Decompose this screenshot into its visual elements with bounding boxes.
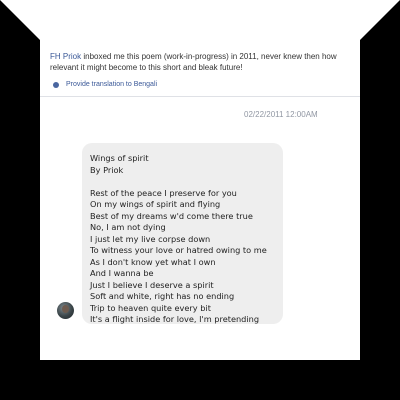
poem-line: Best of my dreams w'd come there true [90,210,253,221]
poem-line: To witness your love or hatred owing to … [90,245,267,255]
poem-line: Trip to heaven quite every bit [90,302,211,313]
poem-line: No, I am not dying [90,222,166,232]
poem-line: And I wanna be [90,268,154,278]
poem-line [90,176,277,188]
poem-title: Wings of spirit [90,153,149,163]
poem-line: Just I believe I deserve a spirit [90,279,214,290]
translate-label: Provide translation to Bengali [66,81,158,88]
translate-link[interactable]: Provide translation to Bengali [53,81,157,88]
poem-line: I just let my live corpse down [90,233,211,244]
message-bubble: Wings of spirit By Priok Rest of the pea… [82,143,283,324]
poem-line: It's a flight inside for love, I'm prete… [90,314,260,324]
avatar-photo [62,305,69,313]
message-timestamp: 02/22/2011 12:00AM [244,110,318,119]
globe-icon [53,81,59,88]
intro-text: inboxed me this poem (work-in-progress) … [50,52,337,72]
divider [40,96,360,97]
sender-avatar[interactable] [57,302,74,319]
post-intro: FH Priok inboxed me this poem (work-in-p… [50,51,352,73]
poem-line: Rest of the peace I preserve for you [90,187,237,198]
poem-byline: By Priok [90,164,124,175]
poem-line: On my wings of spirit and flying [90,199,221,209]
poem-line: Soft and white, right has no ending [90,291,235,301]
poem-line: As I don't know yet what I own [90,256,216,267]
author-link[interactable]: FH Priok [50,52,81,61]
shared-post: FH Priok inboxed me this poem (work-in-p… [40,40,360,360]
